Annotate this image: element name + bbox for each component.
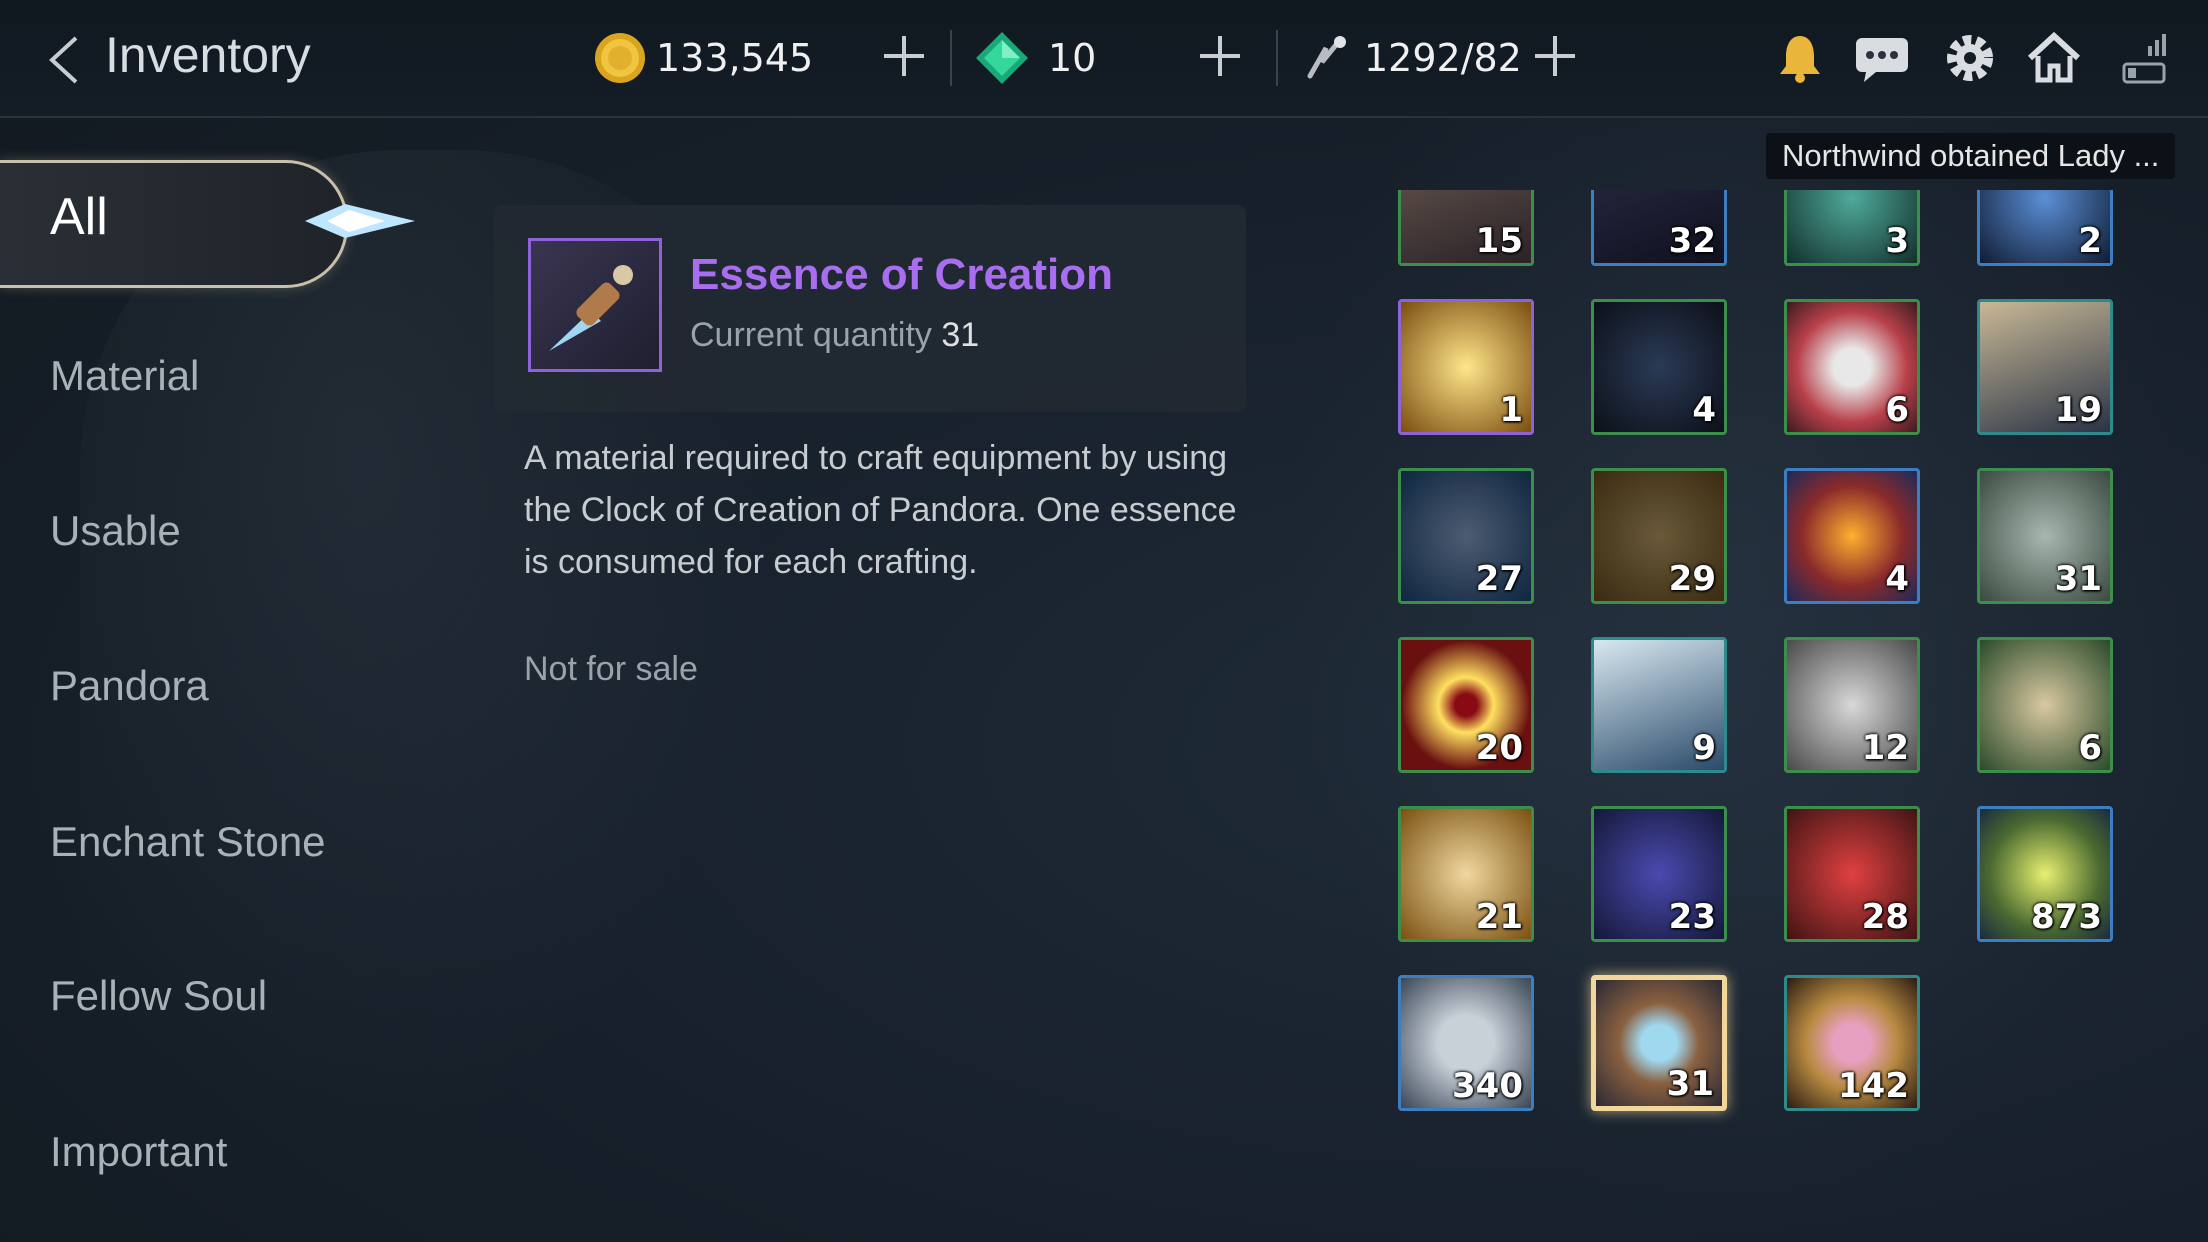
inventory-slot[interactable]: 142 (1784, 975, 1920, 1111)
inventory-slot[interactable]: 15 (1398, 190, 1534, 266)
slot-quantity: 15 (1475, 221, 1523, 261)
inventory-slot[interactable]: 32 (1591, 190, 1727, 266)
slot-quantity: 1 (1499, 390, 1523, 430)
gear-icon[interactable] (1940, 28, 2000, 88)
inventory-slot[interactable]: 873 (1977, 806, 2113, 942)
slot-quantity: 6 (1885, 390, 1909, 430)
inventory-slot[interactable]: 9 (1591, 637, 1727, 773)
inventory-slot[interactable]: 3 (1784, 190, 1920, 266)
slot-quantity: 31 (1666, 1064, 1714, 1104)
slot-quantity: 6 (2078, 728, 2102, 768)
gold-coin-icon (595, 33, 645, 83)
slot-quantity: 142 (1838, 1066, 1909, 1106)
gem-amount: 10 (1048, 36, 1097, 80)
add-stamina-button[interactable] (1531, 32, 1579, 80)
slot-quantity: 873 (2031, 897, 2102, 937)
slot-quantity: 28 (1861, 897, 1909, 937)
slot-quantity: 12 (1861, 728, 1909, 768)
item-quantity: Current quantity 31 (690, 316, 980, 354)
slot-quantity: 3 (1885, 221, 1909, 261)
home-icon[interactable] (2024, 28, 2084, 88)
inventory-grid: 15 32 3 2 1 4 6 19 27 29 4 31 20 9 12 6 21 23 28 873 340 31 14… (1380, 190, 2180, 1242)
inventory-slot[interactable]: 27 (1398, 468, 1534, 604)
slot-quantity: 29 (1668, 559, 1716, 599)
slot-quantity: 9 (1692, 728, 1716, 768)
inventory-slot[interactable]: 12 (1784, 637, 1920, 773)
category-enchant-stone[interactable]: Enchant Stone (50, 818, 326, 866)
inventory-slot[interactable]: 21 (1398, 806, 1534, 942)
inventory-slot[interactable]: 1 (1398, 299, 1534, 435)
category-pandora[interactable]: Pandora (50, 662, 209, 710)
inventory-slot[interactable]: 340 (1398, 975, 1534, 1111)
inventory-slot[interactable]: 6 (1784, 299, 1920, 435)
chat-icon[interactable] (1852, 28, 1912, 88)
back-arrow-icon[interactable] (44, 34, 84, 86)
item-description: A material required to craft equipment b… (524, 439, 1237, 581)
slot-quantity: 340 (1452, 1066, 1523, 1106)
green-gem-icon (976, 32, 1028, 84)
category-fellow-soul[interactable]: Fellow Soul (50, 972, 267, 1020)
slot-quantity: 4 (1885, 559, 1909, 599)
slot-quantity: 32 (1668, 221, 1716, 261)
category-material[interactable]: Material (50, 352, 199, 400)
category-important[interactable]: Important (50, 1128, 227, 1176)
add-gem-button[interactable] (1196, 32, 1244, 80)
inventory-slot[interactable]: 31 (1977, 468, 2113, 604)
item-name: Essence of Creation (690, 250, 1114, 299)
stamina-amount: 1292/82 (1364, 36, 1522, 80)
category-all[interactable]: All (50, 187, 108, 247)
notification-banner: Northwind obtained Lady ... (1766, 133, 2176, 179)
inventory-slot[interactable]: 4 (1591, 299, 1727, 435)
inventory-slot[interactable]: 2 (1977, 190, 2113, 266)
inventory-slot[interactable]: 31 (1591, 975, 1727, 1111)
signal-battery-icon (2122, 34, 2166, 84)
bell-icon[interactable] (1770, 28, 1830, 88)
slot-quantity: 23 (1668, 897, 1716, 937)
slot-quantity: 27 (1475, 559, 1523, 599)
slot-quantity: 4 (1692, 390, 1716, 430)
inventory-slot[interactable]: 20 (1398, 637, 1534, 773)
inventory-slot[interactable]: 23 (1591, 806, 1727, 942)
add-gold-button[interactable] (880, 32, 928, 80)
inventory-slot[interactable]: 29 (1591, 468, 1727, 604)
slot-quantity: 20 (1475, 728, 1523, 768)
slot-quantity: 21 (1475, 897, 1523, 937)
category-usable[interactable]: Usable (50, 507, 181, 555)
inventory-slot[interactable]: 6 (1977, 637, 2113, 773)
divider (1276, 30, 1278, 86)
inventory-slot[interactable]: 19 (1977, 299, 2113, 435)
inventory-slot[interactable]: 28 (1784, 806, 1920, 942)
inventory-slot[interactable]: 4 (1784, 468, 1920, 604)
page-title: Inventory (105, 27, 311, 83)
gold-amount: 133,545 (656, 36, 814, 80)
divider (950, 30, 952, 86)
slot-quantity: 31 (2054, 559, 2102, 599)
selected-category-gem-icon (305, 204, 415, 238)
top-bar: Inventory 133,545 10 1292/82 (0, 0, 2208, 118)
stamina-icon (1307, 36, 1346, 79)
slot-quantity: 19 (2054, 390, 2102, 430)
sale-status: Not for sale (524, 650, 698, 688)
slot-quantity: 2 (2078, 221, 2102, 261)
essence-dagger-icon (528, 238, 662, 372)
